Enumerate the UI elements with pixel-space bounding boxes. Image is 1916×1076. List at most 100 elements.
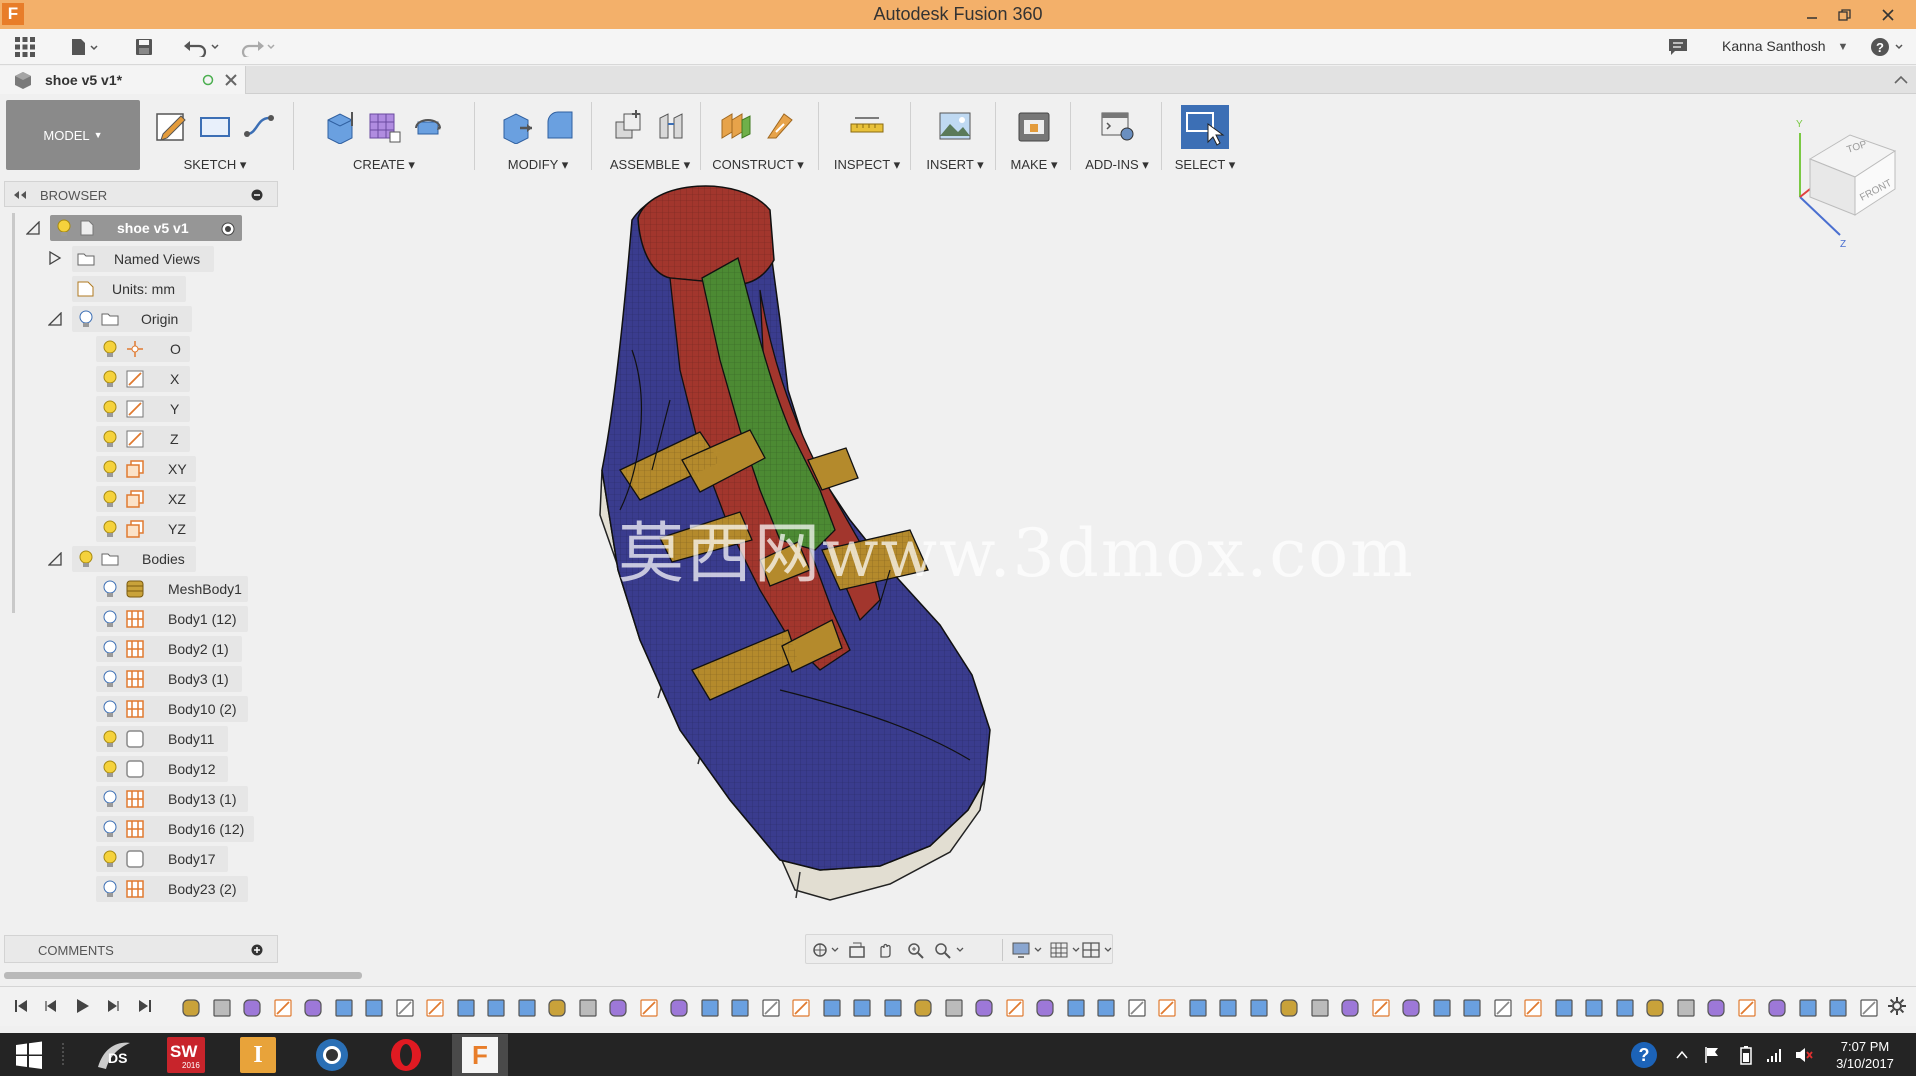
timeline-feature-sketch-icon[interactable] [272, 997, 294, 1019]
timeline-feature-surface-icon[interactable] [1095, 997, 1117, 1019]
undo-button[interactable] [180, 35, 222, 59]
file-menu-button[interactable] [66, 35, 102, 59]
restore-button[interactable] [1826, 0, 1862, 29]
body-item[interactable]: Body10 (2) [96, 696, 248, 722]
timeline-feature-surface-icon[interactable] [333, 997, 355, 1019]
viewports-button[interactable] [1080, 940, 1114, 960]
timeline-feature-form-icon[interactable] [302, 997, 324, 1019]
origin-item-y[interactable]: Y [96, 396, 190, 422]
data-panel-button[interactable] [12, 35, 38, 59]
user-name[interactable]: Kanna Santhosh [1722, 38, 1826, 54]
ribbon-group-select[interactable]: SELECT ▾ [1164, 100, 1246, 172]
system-clock[interactable]: 7:07 PM 3/10/2017 [1820, 1038, 1910, 1072]
timeline-feature-sketch-icon[interactable] [1522, 997, 1544, 1019]
help-button[interactable]: ? [1868, 35, 1908, 59]
timeline-feature-form-icon[interactable] [1400, 997, 1422, 1019]
network-button[interactable] [1762, 1034, 1786, 1076]
timeline-last-button[interactable] [134, 995, 156, 1017]
timeline-feature-mesh-icon[interactable] [1278, 997, 1300, 1019]
timeline-feature-move-icon[interactable] [1858, 997, 1880, 1019]
grid-settings-button[interactable] [1048, 940, 1082, 960]
timeline-feature-solid-icon[interactable] [943, 997, 965, 1019]
timeline-first-button[interactable] [10, 995, 32, 1017]
timeline-feature-form-icon[interactable] [668, 997, 690, 1019]
add-comment-icon[interactable] [251, 944, 263, 956]
start-button[interactable] [0, 1034, 58, 1076]
collapse-browser-icon[interactable] [12, 190, 28, 200]
body-item[interactable]: Body23 (2) [96, 876, 248, 902]
timeline-feature-sketch-icon[interactable] [1736, 997, 1758, 1019]
timeline-feature-solid-icon[interactable] [821, 997, 843, 1019]
body-item[interactable]: Body12 [96, 756, 228, 782]
timeline-feature-form-icon[interactable] [1339, 997, 1361, 1019]
taskbar-app-fusion360[interactable]: F [452, 1034, 508, 1076]
viewcube[interactable]: TOP FRONT Y Z [1790, 115, 1900, 250]
browser-bodies-folder[interactable]: Bodies [72, 546, 196, 572]
timeline-feature-solid-icon[interactable] [577, 997, 599, 1019]
timeline-feature-surface-icon[interactable] [699, 997, 721, 1019]
browser-root-node[interactable]: shoe v5 v1 [50, 215, 242, 241]
browser-origin-folder[interactable]: Origin [72, 306, 192, 332]
timeline-feature-surface-icon[interactable] [363, 997, 385, 1019]
look-at-button[interactable] [846, 940, 868, 960]
timeline-feature-move-icon[interactable] [760, 997, 782, 1019]
timeline-feature-surface-icon[interactable] [1461, 997, 1483, 1019]
timeline-feature-surface-icon[interactable] [1065, 997, 1087, 1019]
browser-scrollbar[interactable] [12, 213, 15, 613]
expand-toggle-icon[interactable] [26, 221, 40, 235]
taskbar-app-opera[interactable] [378, 1034, 434, 1076]
body-item[interactable]: MeshBody1 [96, 576, 248, 602]
timeline-feature-sketch-icon[interactable] [424, 997, 446, 1019]
timeline-previous-button[interactable] [40, 995, 62, 1017]
timeline-feature-form-icon[interactable] [607, 997, 629, 1019]
timeline-feature-form-icon[interactable] [973, 997, 995, 1019]
timeline-feature-sketch-icon[interactable] [638, 997, 660, 1019]
browser-named-views[interactable]: Named Views [72, 246, 214, 272]
ribbon-group-modify[interactable]: MODIFY ▾ [477, 100, 599, 172]
timeline-feature-mesh-icon[interactable] [912, 997, 934, 1019]
timeline-feature-solid-icon[interactable] [455, 997, 477, 1019]
pan-button[interactable] [874, 940, 896, 960]
ribbon-group-create[interactable]: CREATE ▾ [296, 100, 472, 172]
timeline-feature-solid-icon[interactable] [1309, 997, 1331, 1019]
timeline-play-button[interactable] [71, 995, 93, 1017]
taskbar-app-chrome-like[interactable] [304, 1034, 360, 1076]
timeline-next-button[interactable] [102, 995, 124, 1017]
origin-item-z[interactable]: Z [96, 426, 190, 452]
timeline-feature-form-icon[interactable] [1034, 997, 1056, 1019]
redo-button[interactable] [236, 35, 278, 59]
timeline-feature-solid-icon[interactable] [485, 997, 507, 1019]
timeline-feature-sketch-icon[interactable] [1370, 997, 1392, 1019]
timeline-feature-move-icon[interactable] [1126, 997, 1148, 1019]
timeline-feature-solid-icon[interactable] [1675, 997, 1697, 1019]
expand-toggle-icon[interactable] [48, 312, 62, 326]
body-item[interactable]: Body17 [96, 846, 228, 872]
timeline-feature-surface-icon[interactable] [1797, 997, 1819, 1019]
body-item[interactable]: Body2 (1) [96, 636, 242, 662]
timeline-feature-form-icon[interactable] [1705, 997, 1727, 1019]
minimize-button[interactable] [1794, 0, 1830, 29]
body-item[interactable]: Body16 (12) [96, 816, 254, 842]
close-tab-icon[interactable] [224, 73, 238, 87]
action-center-button[interactable] [1700, 1034, 1724, 1076]
browser-minus-icon[interactable] [251, 189, 263, 201]
orbit-button[interactable] [810, 940, 840, 960]
body-item[interactable]: Body1 (12) [96, 606, 248, 632]
document-tab[interactable]: shoe v5 v1* [0, 66, 246, 94]
timeline-settings-button[interactable] [1886, 995, 1908, 1017]
timeline-feature-solid-icon[interactable] [1187, 997, 1209, 1019]
timeline-feature-move-icon[interactable] [1492, 997, 1514, 1019]
ribbon-group-insert[interactable]: INSERT ▾ [913, 100, 997, 172]
ribbon-group-sketch[interactable]: SKETCH ▾ [140, 100, 290, 172]
show-hidden-icons-button[interactable] [1670, 1034, 1694, 1076]
timeline-feature-sketch-icon[interactable] [1156, 997, 1178, 1019]
body-item[interactable]: Body3 (1) [96, 666, 242, 692]
taskbar-app-inventor[interactable]: I [230, 1034, 286, 1076]
timeline-feature-solid-icon[interactable] [211, 997, 233, 1019]
expand-toggle-icon[interactable] [48, 552, 62, 566]
ribbon-group-addins[interactable]: ADD-INS ▾ [1073, 100, 1161, 172]
timeline-feature-sketch-icon[interactable] [790, 997, 812, 1019]
timeline-feature-solid-icon[interactable] [1217, 997, 1239, 1019]
timeline-feature-surface-icon[interactable] [882, 997, 904, 1019]
notifications-button[interactable] [1665, 35, 1691, 59]
